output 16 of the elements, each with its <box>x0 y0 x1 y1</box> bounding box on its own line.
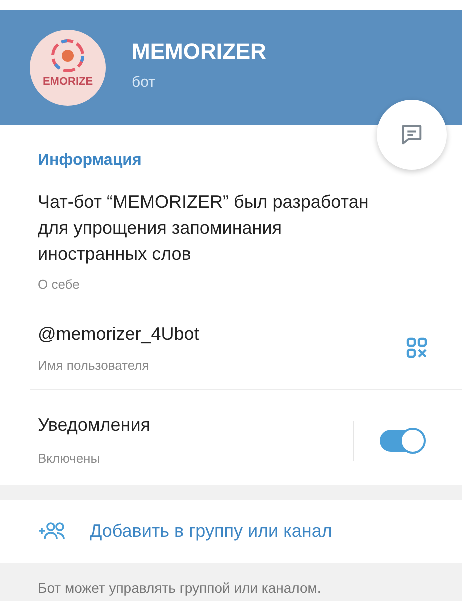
notifications-status: Включены <box>38 450 102 468</box>
message-button[interactable] <box>377 100 447 170</box>
notifications-text: Уведомления <box>38 414 151 438</box>
qr-code-icon[interactable] <box>406 337 428 360</box>
bot-name: MEMORIZER <box>132 38 266 66</box>
ring-logo-icon <box>50 38 86 74</box>
about-text: Чат-бот “MEMORIZER” был разработан для упрощения запоминания иностранных слов <box>38 191 370 266</box>
about-label: О себе <box>38 276 81 294</box>
section-title: Информация <box>38 151 143 172</box>
add-users-icon <box>38 521 68 542</box>
username-text[interactable]: @memorizer_4Ubot <box>38 320 200 348</box>
bot-subtitle: бот <box>132 73 156 94</box>
username-label: Имя пользователя <box>38 356 150 375</box>
footer-note: Бот может управлять группой или каналом. <box>38 580 322 596</box>
avatar-logo-text: EMORIZE <box>42 74 94 90</box>
notifications-toggle[interactable] <box>380 430 424 452</box>
